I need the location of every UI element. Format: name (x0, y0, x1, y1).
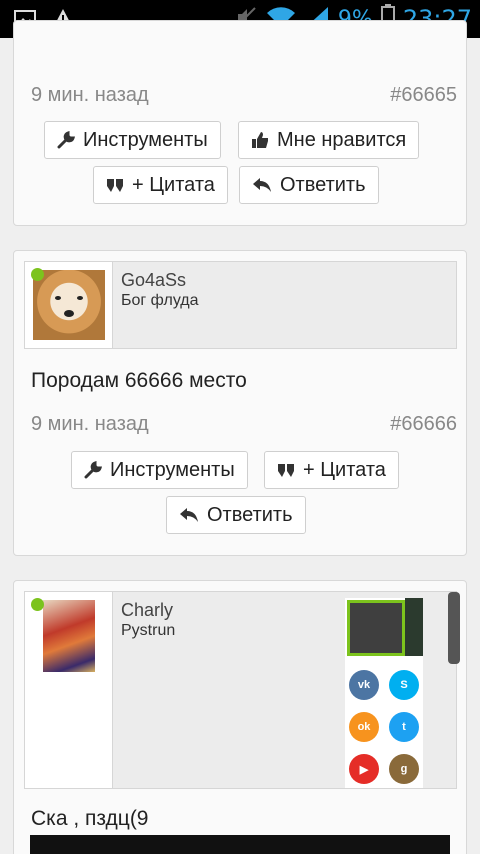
quote-icon (277, 461, 295, 479)
post-meta: 9 мин. назад #66665 (31, 84, 457, 107)
reply-button[interactable]: Ответить (239, 166, 379, 204)
user-info: Go4aSs Бог флуда (24, 261, 457, 349)
widget-scrollbar[interactable] (448, 592, 460, 664)
widget-avatar[interactable] (347, 600, 405, 656)
post-card: Charly Pystrun vk S ok t ▶ g Ска , пздц(… (13, 580, 467, 854)
reply-icon (179, 506, 199, 524)
avatar-container[interactable] (25, 262, 113, 348)
user-rank: Pystrun (121, 622, 176, 639)
tools-button[interactable]: Инструменты (44, 121, 221, 159)
reply-button-label: Ответить (280, 173, 366, 196)
username[interactable]: Charly (121, 600, 173, 621)
quote-icon (106, 176, 124, 194)
wrench-icon (57, 131, 75, 149)
quote-button[interactable]: + Цитата (93, 166, 228, 204)
tools-button-label: Инструменты (83, 128, 208, 151)
post-card: 9 мин. назад #66665 Инструменты Мне нрав… (13, 20, 467, 226)
tools-button-label: Инструменты (110, 458, 235, 481)
like-button-label: Мне нравится (277, 128, 407, 151)
post-text: Породам 66666 место (31, 369, 247, 392)
post-number[interactable]: #66666 (390, 413, 457, 436)
avatar[interactable] (43, 600, 95, 672)
vk-icon[interactable]: vk (349, 670, 379, 700)
user-info: Charly Pystrun vk S ok t ▶ g (24, 591, 460, 789)
post-number[interactable]: #66665 (390, 84, 457, 107)
post-text: Ска , пздц(9 (31, 807, 149, 830)
social-widget: vk S ok t ▶ g (345, 598, 423, 788)
games-icon[interactable]: g (389, 754, 419, 784)
widget-side-strip (405, 598, 423, 656)
quote-button[interactable]: + Цитата (264, 451, 399, 489)
reply-icon (252, 176, 272, 194)
avatar[interactable] (33, 270, 105, 340)
thumbs-up-icon (251, 131, 269, 149)
online-indicator (31, 268, 44, 281)
reply-button-label: Ответить (207, 503, 293, 526)
tools-button[interactable]: Инструменты (71, 451, 248, 489)
post-meta: 9 мин. назад #66666 (31, 413, 457, 436)
online-indicator (31, 598, 44, 611)
twitter-icon[interactable]: t (389, 712, 419, 742)
quote-button-label: + Цитата (303, 458, 386, 481)
post-card: Go4aSs Бог флуда Породам 66666 место 9 м… (13, 250, 467, 556)
avatar-container[interactable] (25, 592, 113, 788)
reply-button[interactable]: Ответить (166, 496, 306, 534)
post-time: 9 мин. назад (31, 84, 149, 106)
post-time: 9 мин. назад (31, 413, 149, 435)
odnoklassniki-icon[interactable]: ok (349, 712, 379, 742)
user-rank: Бог флуда (121, 292, 199, 309)
post-image-preview (30, 835, 450, 854)
username[interactable]: Go4aSs (121, 270, 186, 291)
youtube-icon[interactable]: ▶ (349, 754, 379, 784)
wrench-icon (84, 461, 102, 479)
skype-icon[interactable]: S (389, 670, 419, 700)
like-button[interactable]: Мне нравится (238, 121, 420, 159)
quote-button-label: + Цитата (132, 173, 215, 196)
